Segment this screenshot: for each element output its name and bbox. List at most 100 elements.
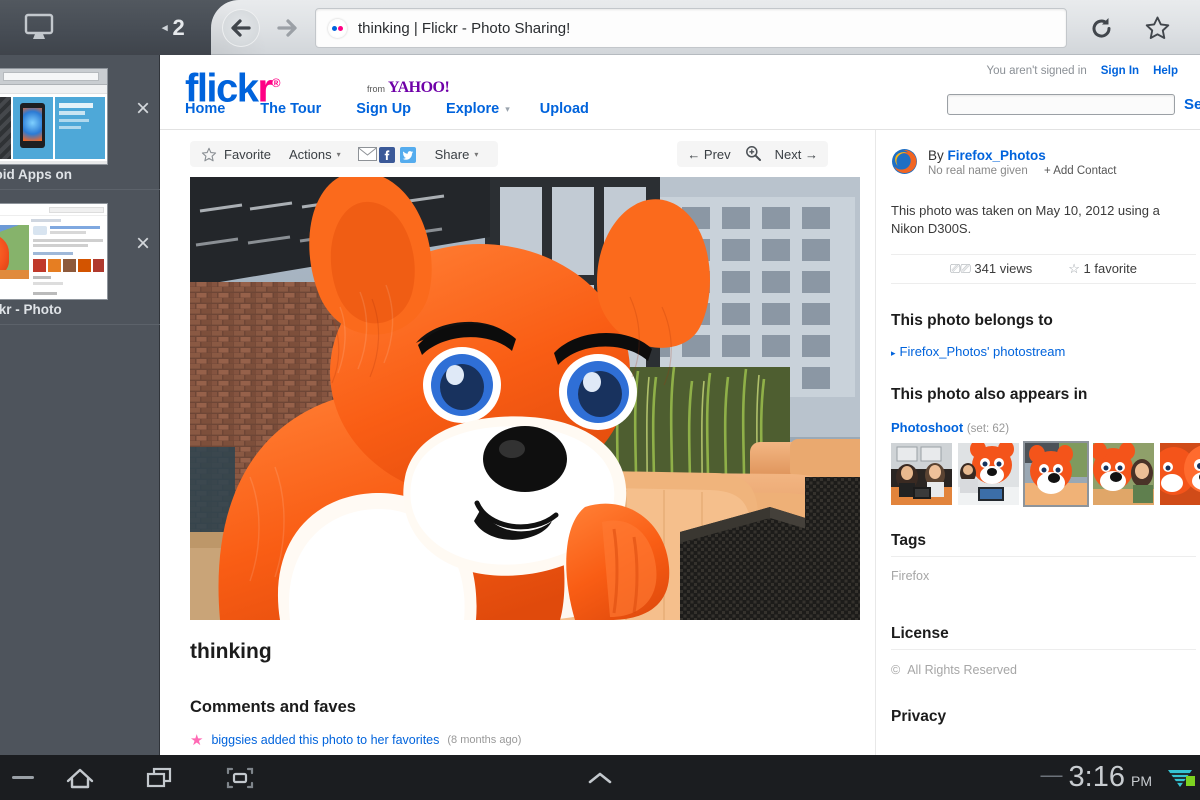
photo-sidebar: By Firefox_Photos No real name given + A… [875,130,1200,755]
main-photo[interactable] [190,177,860,620]
share-label: Share [434,146,470,162]
prev-photo-button[interactable]: ← Prev [687,147,730,162]
url-input[interactable]: thinking | Flickr - Photo Sharing! [315,8,1067,48]
views-stat: ⎚⎚ 341 views [950,261,1032,277]
license-value-row: © All Rights Reserved [891,663,1191,677]
search-row: Search [946,94,1200,115]
add-contact-link[interactable]: + Add Contact [1044,165,1117,177]
photo-stats-row: ⎚⎚ 341 views ☆ 1 favorite [891,254,1196,284]
signed-in-status: You aren't signed in [986,65,1087,77]
fave-star-icon: ★ [190,732,204,749]
set-thumbnail-fox-pair-closeup[interactable] [1159,443,1200,505]
help-link[interactable]: Help [1153,65,1178,77]
chevron-down-icon[interactable]: ▾ [505,104,510,115]
forward-button[interactable] [268,9,306,47]
favorite-button[interactable]: Favorite [201,147,280,162]
android-system-bar: — 3:16 PM [0,755,1200,800]
photostream-link[interactable]: Firefox_Photos' photostream [900,344,1066,359]
set-thumbnail-fox-with-women-laptop[interactable] [958,443,1020,505]
page-content: Favorite Actions ▾ Share ▾ ← Prev Next →… [160,130,1200,755]
monitor-icon[interactable] [22,12,56,42]
photo-pager-nav: ← Prev Next → [677,141,828,167]
license-heading: License [891,625,949,642]
owner-meta-line: No real name given + Add Contact [928,165,1117,177]
photo-title: thinking [190,640,272,663]
tags-list[interactable]: Firefox [891,569,1191,583]
tab-thumbnail-play-store[interactable] [0,68,108,165]
flickr-header: flickr® from YAHOO! Home The Tour Sign U… [160,55,1200,130]
minus-icon: — [1040,762,1063,787]
set-thumbnail-strip [891,441,1200,507]
tab-card[interactable]: ing | Flickr - Photong! × [0,190,160,325]
tab-label: ing | Flickr - Photong! [0,302,62,317]
envelope-icon[interactable] [357,146,377,162]
url-text: thinking | Flickr - Photo Sharing! [358,19,571,37]
set-line: Photoshoot (set: 62) [891,420,1191,435]
status-clock[interactable]: — 3:16 PM [1041,761,1152,794]
twitter-icon[interactable] [399,146,418,163]
owner-name-link[interactable]: Firefox_Photos [948,148,1046,163]
reload-button[interactable] [1082,9,1120,47]
facebook-icon[interactable] [378,146,397,163]
share-menu[interactable]: Share ▾ [426,147,488,162]
privacy-heading: Privacy [891,708,947,725]
search-button[interactable]: Search [1184,96,1200,113]
menu-caret-icon[interactable] [585,765,615,791]
magnifier-plus-icon[interactable] [745,145,761,164]
tab-thumbnail-flickr[interactable] [0,203,108,300]
clock-time: 3:16 [1068,761,1125,793]
set-thumbnail-fox-with-woman[interactable] [1092,443,1154,505]
logo-registered: ® [271,76,281,90]
tab-count-value: 2 [172,15,185,40]
home-icon[interactable] [65,763,95,793]
by-label: By [928,148,944,163]
chevron-left-icon: ◂ [162,21,168,34]
nav-home[interactable]: Home [185,101,225,117]
clock-ampm: PM [1131,773,1152,789]
photo-owner: By Firefox_Photos No real name given + A… [891,148,1191,180]
chevron-down-icon: ▾ [474,149,479,159]
search-input[interactable] [946,94,1175,115]
share-icons-group [350,146,426,163]
back-button[interactable] [222,9,260,47]
license-divider [891,649,1196,650]
nav-explore[interactable]: Explore [446,101,499,117]
back-dash-icon[interactable] [10,763,40,793]
comment-text[interactable]: biggsies added this photo to her favorit… [211,733,439,747]
photo-action-bar: Favorite Actions ▾ Share ▾ [190,141,499,167]
real-name-status: No real name given [928,165,1028,177]
tab-drawer: x - Android Apps onle Play × [0,55,160,755]
favorite-label: Favorite [224,146,271,162]
thumbnail-mini-chrome [0,69,107,85]
actions-label: Actions [288,146,332,162]
tab-close-icon[interactable]: × [133,97,153,121]
favorites-stat: ☆ 1 favorite [1068,261,1137,277]
appears-in-heading: This photo also appears in [891,386,1088,403]
set-thumbnail-two-women-at-table[interactable] [891,443,953,505]
flickr-dots-icon [328,18,347,38]
actions-menu[interactable]: Actions ▾ [280,147,350,162]
bookmark-star-button[interactable] [1138,9,1176,47]
set-thumbnail-fox-closeup-grass[interactable] [1023,441,1089,507]
photo-taken-info: This photo was taken on May 10, 2012 usi… [891,203,1160,236]
browser-chrome-bar: ◂ 2 thinking | Flickr - Photo Sharing! [0,0,1200,55]
wifi-signal-icon[interactable] [1166,767,1196,789]
account-status-bar: You aren't signed in Sign In Help [986,65,1178,77]
tab-count-indicator[interactable]: ◂ 2 [162,14,208,42]
owner-name-line: By Firefox_Photos [928,148,1117,163]
star-outline-icon: ☆ [1068,261,1080,276]
nav-the-tour[interactable]: The Tour [260,101,321,117]
firefox-logo-avatar[interactable] [891,148,918,180]
screenshot-icon[interactable] [225,763,255,793]
bars-icon: ⎚⎚ [949,261,971,276]
nav-sign-up[interactable]: Sign Up [356,101,411,117]
set-name-link[interactable]: Photoshoot [891,420,963,435]
tab-card[interactable]: x - Android Apps onle Play × [0,55,160,190]
comment-timestamp: (8 months ago) [447,734,522,746]
next-photo-button[interactable]: Next → [775,147,818,162]
nav-upload[interactable]: Upload [540,101,589,117]
logo-from-text: from [367,84,385,94]
sign-in-link[interactable]: Sign In [1101,65,1139,77]
recents-icon[interactable] [145,763,175,793]
tab-close-icon[interactable]: × [133,232,153,256]
